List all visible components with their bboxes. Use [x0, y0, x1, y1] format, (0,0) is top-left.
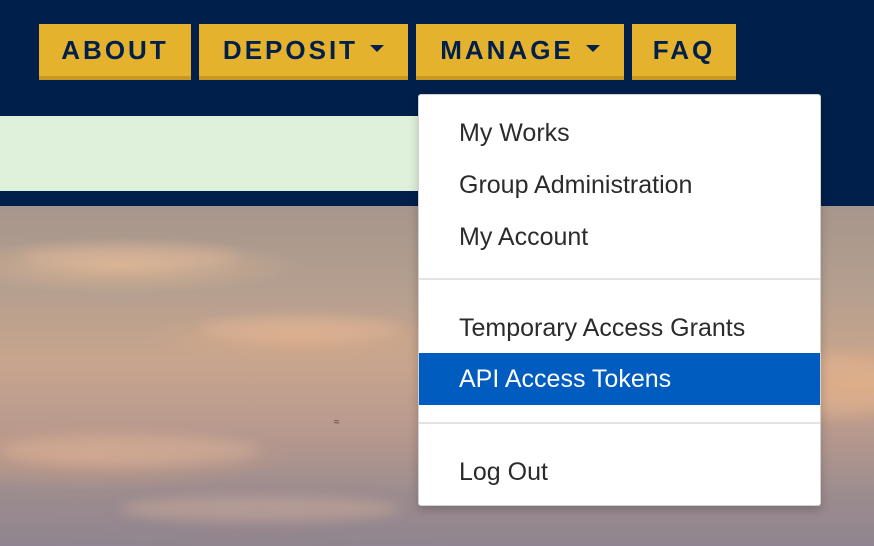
menu-item-label: Temporary Access Grants: [459, 313, 746, 342]
nav-faq-label: FAQ: [652, 34, 716, 65]
menu-item-label: My Account: [459, 222, 589, 251]
menu-divider: [419, 422, 820, 424]
menu-item-my-account[interactable]: My Account: [419, 211, 820, 263]
nav-about-button[interactable]: ABOUT: [39, 24, 191, 80]
manage-dropdown-menu: My Works Group Administration My Account…: [418, 94, 821, 506]
menu-item-label: Group Administration: [459, 170, 693, 199]
caret-down-icon: [370, 44, 385, 52]
menu-item-label: API Access Tokens: [459, 364, 672, 393]
caret-down-icon: [585, 44, 600, 52]
nav-manage-button[interactable]: MANAGE: [416, 24, 624, 80]
nav-deposit-button[interactable]: DEPOSIT: [199, 24, 408, 80]
nav-about-label: ABOUT: [61, 34, 169, 65]
menu-item-label: My Works: [459, 118, 570, 147]
nav-manage-label: MANAGE: [440, 34, 574, 65]
menu-item-my-works[interactable]: My Works: [419, 107, 820, 159]
nav-deposit-label: DEPOSIT: [222, 34, 359, 65]
menu-item-group-administration[interactable]: Group Administration: [419, 159, 820, 211]
menu-item-log-out[interactable]: Log Out: [419, 446, 820, 498]
menu-item-api-access-tokens[interactable]: API Access Tokens: [419, 353, 820, 405]
menu-divider: [419, 278, 820, 280]
nav-faq-button[interactable]: FAQ: [632, 24, 736, 80]
bird-icon: ≈: [334, 417, 340, 428]
menu-item-label: Log Out: [459, 457, 548, 486]
alert-banner: [0, 116, 430, 191]
menu-item-temporary-access-grants[interactable]: Temporary Access Grants: [419, 302, 820, 354]
